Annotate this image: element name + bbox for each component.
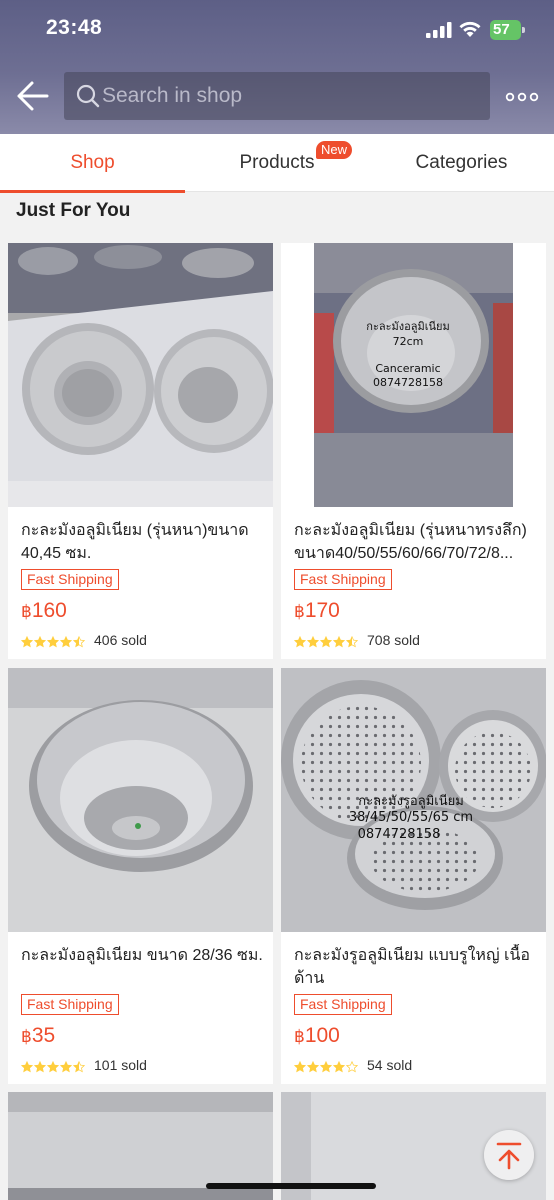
star-rating	[21, 633, 86, 649]
back-button[interactable]	[14, 78, 54, 114]
product-image	[8, 668, 273, 932]
image-text-line3: Canceramic	[375, 362, 440, 375]
tab-products-label: Products	[239, 152, 315, 173]
star-icon	[294, 635, 306, 648]
battery-icon: 57	[490, 20, 526, 40]
star-icon	[346, 635, 358, 648]
fast-shipping-badge: Fast Shipping	[21, 569, 119, 590]
section-title: Just For You	[16, 200, 131, 221]
product-card[interactable]: กะละมังอลูมิเนียม ขนาด 28/36 ซม. Fast Sh…	[8, 668, 273, 1084]
shop-tabs: Shop Products Categories	[0, 134, 554, 193]
fast-shipping-badge: Fast Shipping	[21, 994, 119, 1015]
tab-shop[interactable]: Shop	[0, 134, 185, 193]
status-time: 23:48	[46, 16, 103, 39]
product-name: กะละมังอลูมิเนียม ขนาด 28/36 ซม.	[21, 947, 263, 964]
product-price: ฿100	[294, 1024, 340, 1048]
currency-symbol: ฿	[294, 602, 305, 621]
star-icon	[21, 1060, 33, 1073]
image-text-line1: กะละมังรูอลูมิเนียม	[358, 793, 464, 809]
image-text-line4: 0874728158	[373, 376, 443, 389]
image-text-line2: 38/45/50/55/65 cm	[349, 810, 473, 825]
star-icon	[333, 1060, 345, 1073]
price-value: 170	[304, 599, 340, 622]
product-name: กะละมังรูอลูมิเนียม แบบรูใหญ่ เนื้อด้าน	[294, 947, 531, 987]
product-card[interactable]: กะละมังอลูมิเนียม (รุ่นหนา)ขนาด 40,45 ซม…	[8, 243, 273, 659]
star-rating	[21, 1058, 86, 1074]
price-value: 100	[304, 1024, 340, 1047]
price-value: 160	[31, 599, 67, 622]
product-image	[8, 243, 273, 507]
star-rating	[294, 633, 359, 649]
product-name: กะละมังอลูมิเนียม (รุ่นหนาทรงลึก) ขนาด40…	[294, 522, 527, 562]
search-input[interactable]: Search in shop	[64, 72, 490, 120]
star-icon	[34, 635, 46, 648]
search-icon	[76, 84, 100, 108]
image-text-line3: 0874728158	[358, 827, 441, 842]
arrow-up-to-top-icon	[496, 1142, 522, 1170]
home-indicator	[206, 1183, 376, 1189]
product-name: กะละมังอลูมิเนียม (รุ่นหนา)ขนาด 40,45 ซม…	[21, 522, 249, 562]
image-text-line2: 72cm	[393, 335, 424, 348]
fast-shipping-badge: Fast Shipping	[294, 994, 392, 1015]
tab-categories[interactable]: Categories	[369, 134, 554, 192]
tab-shop-label: Shop	[70, 152, 115, 173]
scroll-to-top-button[interactable]	[484, 1130, 534, 1180]
star-icon	[307, 1060, 319, 1073]
star-icon	[60, 635, 72, 648]
product-card[interactable]: กะละมังรูอลูมิเนียม 38/45/50/55/65 cm 08…	[281, 668, 546, 1084]
product-image: กะละมังรูอลูมิเนียม 38/45/50/55/65 cm 08…	[281, 668, 546, 932]
more-options-button[interactable]	[502, 82, 542, 112]
image-text-line1: กะละมังอลูมิเนียม	[366, 320, 449, 333]
search-placeholder: Search in shop	[102, 84, 243, 107]
star-icon	[320, 635, 332, 648]
star-icon	[47, 635, 59, 648]
currency-symbol: ฿	[21, 1027, 32, 1046]
star-rating	[294, 1058, 359, 1074]
shop-header: 23:48 57 Search in shop	[0, 0, 554, 134]
sold-count: 54 sold	[367, 1057, 413, 1073]
cellular-signal-icon	[426, 22, 452, 38]
tab-categories-label: Categories	[415, 152, 508, 173]
star-icon	[333, 635, 345, 648]
star-icon	[73, 635, 85, 648]
star-icon	[294, 1060, 306, 1073]
currency-symbol: ฿	[294, 1027, 305, 1046]
star-icon	[47, 1060, 59, 1073]
star-icon	[346, 1060, 358, 1073]
wifi-icon	[459, 21, 481, 37]
product-card[interactable]: กะละมังอลูมิเนียม 72cm Canceramic 087472…	[281, 243, 546, 659]
star-icon	[34, 1060, 46, 1073]
active-tab-indicator	[0, 190, 185, 193]
star-icon	[73, 1060, 85, 1073]
sold-count: 101 sold	[94, 1057, 147, 1073]
battery-level: 57	[493, 21, 510, 38]
product-price: ฿170	[294, 599, 340, 623]
product-image: กะละมังอลูมิเนียม 72cm Canceramic 087472…	[281, 243, 546, 507]
star-icon	[60, 1060, 72, 1073]
sold-count: 406 sold	[94, 632, 147, 648]
status-bar: 23:48 57	[0, 0, 554, 60]
currency-symbol: ฿	[21, 602, 32, 621]
more-dots-icon	[505, 92, 539, 102]
new-badge: New	[316, 141, 353, 159]
product-price: ฿35	[21, 1024, 55, 1048]
star-icon	[320, 1060, 332, 1073]
sold-count: 708 sold	[367, 632, 420, 648]
star-icon	[307, 635, 319, 648]
fast-shipping-badge: Fast Shipping	[294, 569, 392, 590]
star-icon	[21, 635, 33, 648]
price-value: 35	[31, 1024, 56, 1047]
product-price: ฿160	[21, 599, 67, 623]
back-arrow-icon	[17, 81, 49, 111]
